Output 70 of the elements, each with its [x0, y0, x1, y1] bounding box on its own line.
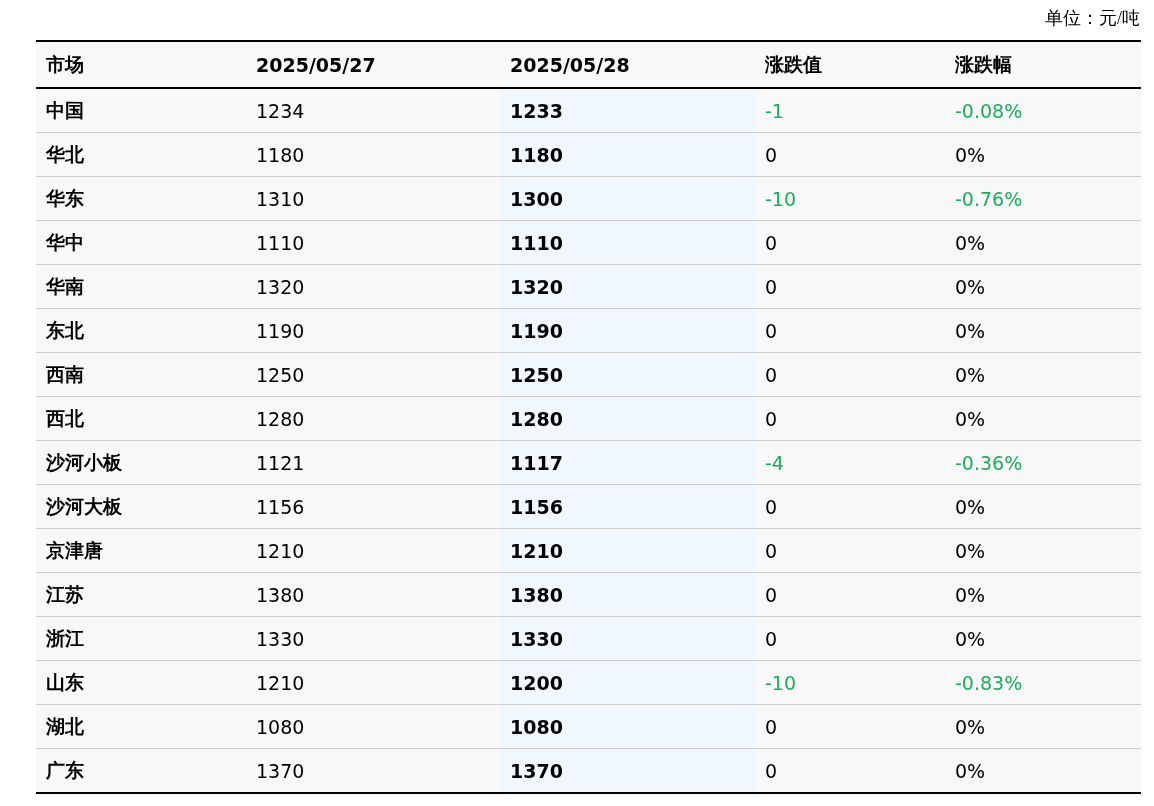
change-percent-cell: 0%	[945, 352, 1141, 397]
market-cell: 湖北	[36, 704, 246, 749]
change-cell: 0	[755, 484, 945, 529]
change-percent-cell: 0%	[945, 704, 1141, 749]
change-cell: 0	[755, 352, 945, 397]
change-percent-cell: 0%	[945, 528, 1141, 573]
price-cell: 1320	[500, 264, 755, 309]
market-cell: 浙江	[36, 616, 246, 661]
change-percent-cell: 0%	[945, 616, 1141, 661]
column-header: 市场	[36, 41, 246, 88]
market-cell: 华东	[36, 176, 246, 221]
market-cell: 华北	[36, 132, 246, 177]
market-cell: 广东	[36, 748, 246, 793]
market-cell: 华中	[36, 220, 246, 265]
price-cell: 1233	[500, 88, 755, 133]
change-cell: -10	[755, 176, 945, 221]
column-header: 涨跌值	[755, 41, 945, 88]
price-cell: 1250	[500, 352, 755, 397]
change-cell: 0	[755, 572, 945, 617]
change-percent-cell: -0.76%	[945, 176, 1141, 221]
column-header: 涨跌幅	[945, 41, 1141, 88]
change-percent-cell: 0%	[945, 748, 1141, 793]
price-cell: 1190	[500, 308, 755, 353]
market-cell: 华南	[36, 264, 246, 309]
change-cell: 0	[755, 264, 945, 309]
price-cell: 1300	[500, 176, 755, 221]
change-percent-cell: 0%	[945, 396, 1141, 441]
change-cell: 0	[755, 396, 945, 441]
price-cell: 1180	[500, 132, 755, 177]
price-cell: 1080	[500, 704, 755, 749]
change-percent-cell: -0.36%	[945, 440, 1141, 485]
price-cell: 1370	[500, 748, 755, 793]
change-percent-cell: 0%	[945, 264, 1141, 309]
market-cell: 山东	[36, 660, 246, 705]
change-percent-cell: 0%	[945, 308, 1141, 353]
change-percent-cell: 0%	[945, 132, 1141, 177]
unit-label: 单位：元/吨	[1045, 7, 1140, 30]
price-cell: 1234	[246, 88, 500, 133]
market-cell: 京津唐	[36, 528, 246, 573]
price-cell: 1330	[500, 616, 755, 661]
change-percent-cell: 0%	[945, 572, 1141, 617]
change-cell: 0	[755, 308, 945, 353]
market-cell: 江苏	[36, 572, 246, 617]
price-cell: 1210	[500, 528, 755, 573]
price-cell: 1117	[500, 440, 755, 485]
change-cell: -10	[755, 660, 945, 705]
change-percent-cell: -0.08%	[945, 88, 1141, 133]
change-cell: 0	[755, 748, 945, 793]
market-cell: 沙河小板	[36, 440, 246, 485]
change-percent-cell: -0.83%	[945, 660, 1141, 705]
column-header: 2025/05/27	[246, 41, 500, 88]
market-cell: 沙河大板	[36, 484, 246, 529]
change-cell: 0	[755, 528, 945, 573]
change-cell: 0	[755, 704, 945, 749]
change-cell: 0	[755, 132, 945, 177]
price-cell: 1110	[500, 220, 755, 265]
price-cell: 1200	[500, 660, 755, 705]
price-cell: 1156	[500, 484, 755, 529]
market-cell: 西南	[36, 352, 246, 397]
market-cell: 东北	[36, 308, 246, 353]
change-percent-cell: 0%	[945, 484, 1141, 529]
change-percent-cell: 0%	[945, 220, 1141, 265]
price-cell: 1380	[500, 572, 755, 617]
change-cell: -1	[755, 88, 945, 133]
change-cell: 0	[755, 220, 945, 265]
change-cell: 0	[755, 616, 945, 661]
price-cell: 1280	[500, 396, 755, 441]
change-cell: -4	[755, 440, 945, 485]
market-cell: 西北	[36, 396, 246, 441]
market-cell: 中国	[36, 88, 246, 133]
